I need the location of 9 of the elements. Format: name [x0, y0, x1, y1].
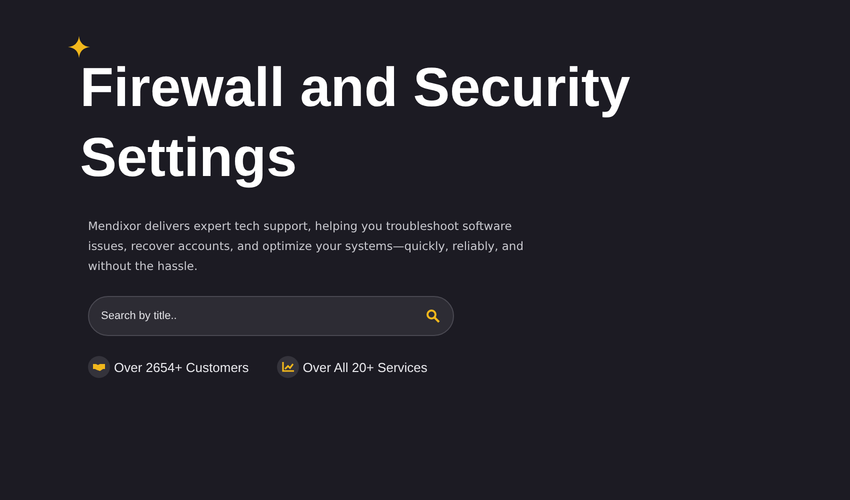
stat-label: Over All 20+ Services [302, 360, 428, 374]
chart-icon [276, 356, 299, 378]
page-title: Firewall and Security Settings [80, 55, 632, 190]
search-field[interactable]: Search by title.. [88, 296, 454, 336]
sparkle-icon [68, 36, 90, 58]
handshake-icon [88, 356, 110, 378]
search-icon[interactable] [426, 309, 440, 323]
stat-label: Over 2654+ Customers [114, 360, 249, 374]
description: Mendixor delivers expert tech support, helping you troubleshoot software issues, recover accounts, and optimize your systems—quickly, reliably, and without the hassle. [88, 218, 525, 275]
